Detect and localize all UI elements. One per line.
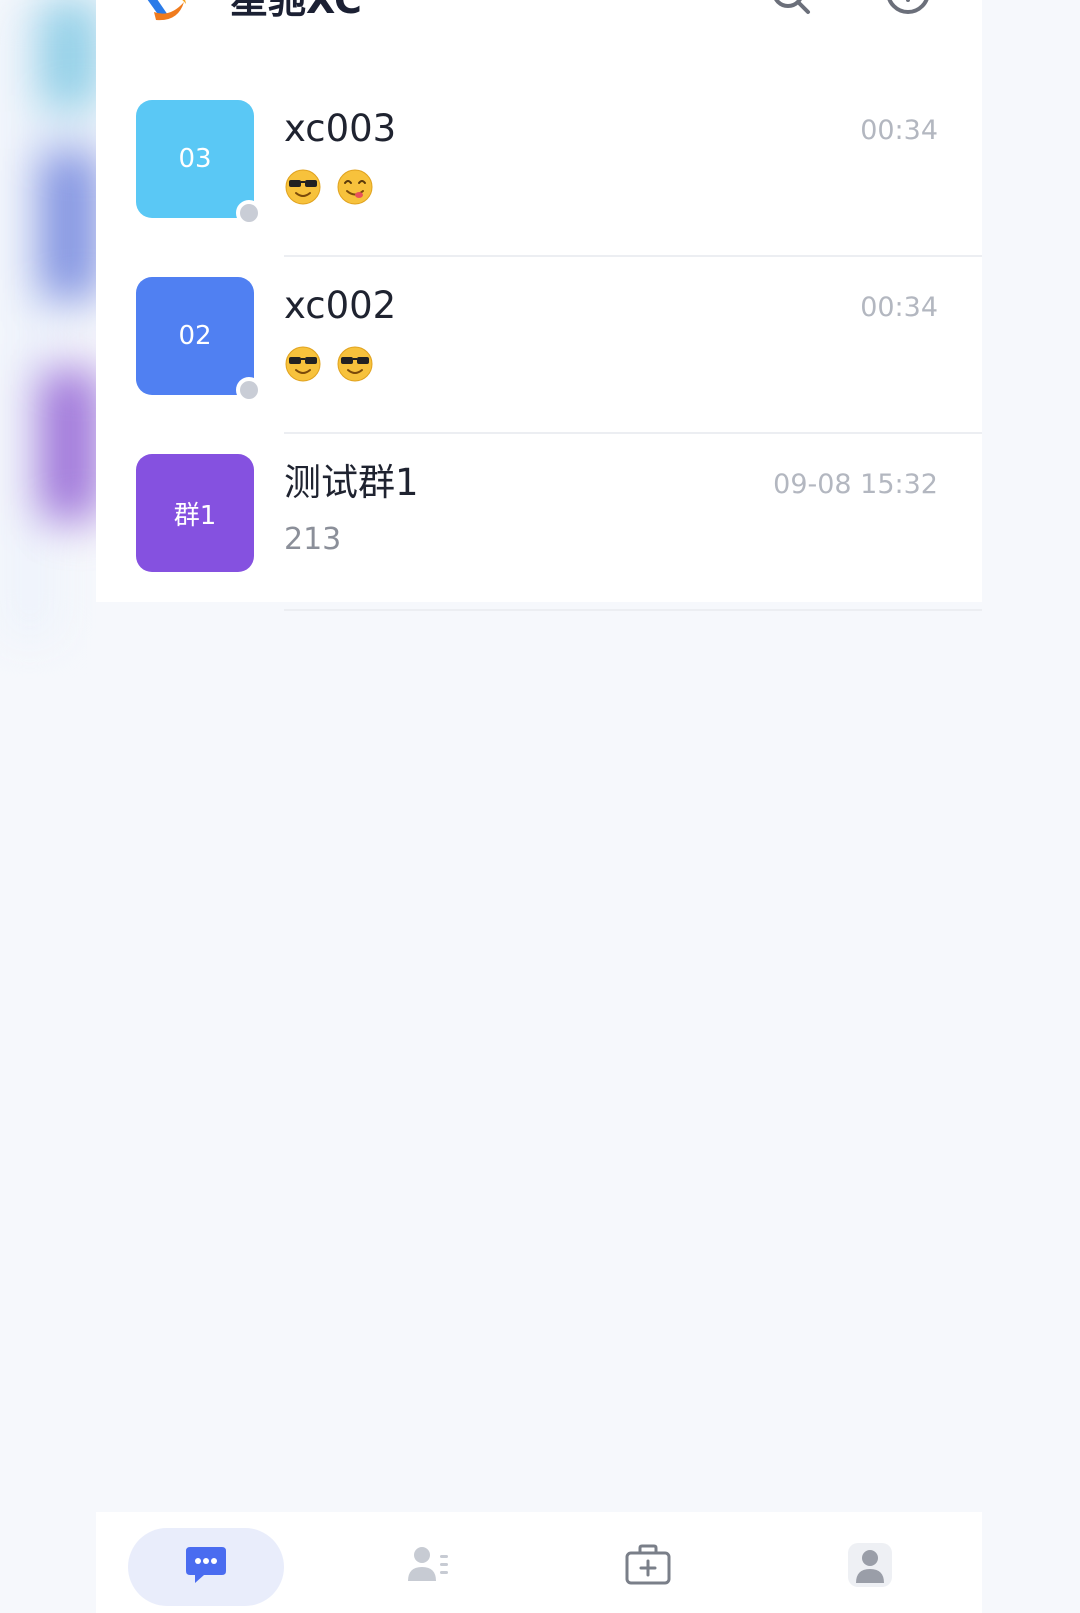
sunglasses-emoji-icon bbox=[284, 168, 322, 206]
avatar[interactable]: 群1 bbox=[136, 454, 254, 572]
conversation-name: xc002 bbox=[284, 284, 397, 327]
divider bbox=[284, 609, 982, 611]
tab-chat[interactable] bbox=[128, 1528, 284, 1606]
search-icon[interactable] bbox=[766, 0, 818, 26]
conversation-preview: 213 bbox=[284, 522, 342, 557]
conversation-panel: 星驰XC 03 xc003 00:34 02 xc002 00:34 群1 测试… bbox=[96, 0, 982, 611]
app-logo-icon bbox=[140, 0, 190, 24]
conversation-item-xc002[interactable]: 02 xc002 00:34 bbox=[96, 257, 982, 434]
tab-contacts[interactable] bbox=[350, 1528, 506, 1606]
user-icon bbox=[844, 1539, 896, 1595]
avatar[interactable]: 03 bbox=[136, 100, 262, 226]
conversation-item-group1[interactable]: 群1 测试群1 09-08 15:32 213 bbox=[96, 434, 982, 611]
yum-emoji-icon bbox=[336, 168, 374, 206]
tab-workbench[interactable] bbox=[570, 1528, 726, 1606]
conversation-time: 00:34 bbox=[860, 292, 938, 323]
status-dot bbox=[236, 377, 262, 403]
conversation-name: xc003 bbox=[284, 107, 397, 150]
status-dot bbox=[236, 200, 262, 226]
conversation-preview bbox=[284, 164, 378, 208]
avatar-text: 03 bbox=[178, 144, 212, 174]
avatar[interactable]: 02 bbox=[136, 277, 262, 403]
chat-bubble-icon bbox=[180, 1539, 232, 1595]
avatar-text: 02 bbox=[178, 321, 212, 351]
conversation-preview bbox=[284, 341, 378, 385]
plus-circle-icon[interactable] bbox=[882, 0, 934, 26]
sunglasses-emoji-icon bbox=[336, 345, 374, 383]
conversation-time: 00:34 bbox=[860, 115, 938, 146]
conversation-time: 09-08 15:32 bbox=[773, 469, 938, 500]
conversation-item-xc003[interactable]: 03 xc003 00:34 bbox=[96, 80, 982, 257]
app-title: 星驰XC bbox=[230, 0, 362, 22]
tab-profile[interactable] bbox=[792, 1528, 948, 1606]
medical-kit-icon bbox=[622, 1539, 674, 1595]
header: 星驰XC bbox=[96, 0, 982, 80]
conversation-name: 测试群1 bbox=[284, 461, 419, 504]
background-blur bbox=[0, 0, 110, 660]
avatar-text: 群1 bbox=[173, 500, 217, 531]
contacts-icon bbox=[402, 1539, 454, 1595]
tab-bar bbox=[96, 1512, 982, 1613]
sunglasses-emoji-icon bbox=[284, 345, 322, 383]
conversation-list: 03 xc003 00:34 02 xc002 00:34 群1 测试群1 09… bbox=[96, 80, 982, 611]
